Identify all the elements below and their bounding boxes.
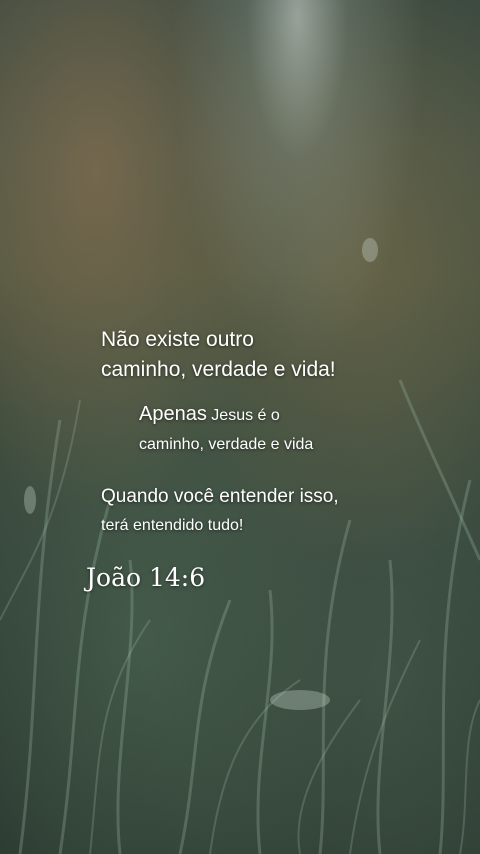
bible-reference: João 14:6 [86, 563, 206, 592]
quote-line-6: terá entendido tudo! [101, 517, 244, 534]
quote-line-3-lead: Apenas [139, 403, 207, 425]
quote-line-3-rest: Jesus é o [206, 407, 280, 424]
quote-line-5: Quando você entender isso, [101, 486, 339, 507]
quote-line-2: caminho, verdade e vida! [101, 358, 336, 381]
quote-line-1: Não existe outro [101, 328, 254, 351]
quote-line-4: caminho, verdade e vida [139, 436, 314, 453]
quote-line-3: Apenas Jesus é o [139, 400, 280, 430]
